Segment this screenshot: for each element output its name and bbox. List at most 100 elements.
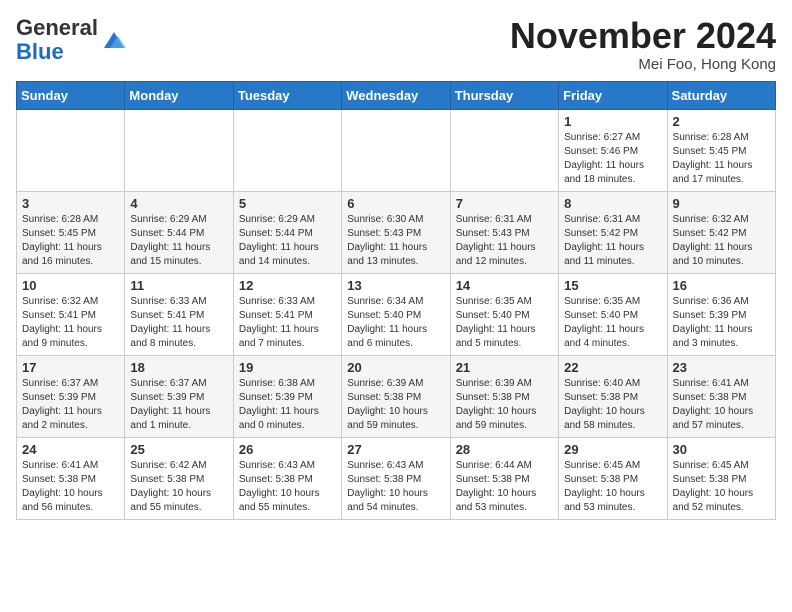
header-cell-saturday: Saturday	[667, 81, 775, 109]
header: General Blue November 2024 Mei Foo, Hong…	[16, 16, 776, 73]
title-area: November 2024 Mei Foo, Hong Kong	[510, 16, 776, 73]
header-row: SundayMondayTuesdayWednesdayThursdayFrid…	[17, 81, 776, 109]
day-cell: 4 Sunrise: 6:29 AM Sunset: 5:44 PM Daylig…	[125, 191, 233, 273]
day-cell: 17 Sunrise: 6:37 AM Sunset: 5:39 PM Dayli…	[17, 355, 125, 437]
week-row-1: 1Sunrise: 6:27 AM Sunset: 5:46 PM Daylig…	[17, 109, 776, 191]
subtitle: Mei Foo, Hong Kong	[510, 56, 776, 73]
day-number: 5	[239, 196, 336, 211]
day-cell: 12 Sunrise: 6:33 AM Sunset: 5:41 PM Dayli…	[233, 273, 341, 355]
day-info: Sunrise: 6:37 AM Sunset: 5:39 PM Dayligh…	[22, 377, 119, 433]
day-info: Sunrise: 6:37 AM Sunset: 5:39 PM Dayligh…	[130, 377, 227, 433]
day-cell: 27 Sunrise: 6:43 AM Sunset: 5:38 PM Dayli…	[342, 437, 450, 519]
day-info: Sunrise: 6:33 AM Sunset: 5:41 PM Dayligh…	[130, 295, 227, 351]
day-cell: 16Sunrise: 6:36 AM Sunset: 5:39 PM Dayli…	[667, 273, 775, 355]
day-cell	[17, 109, 125, 191]
day-number: 10	[22, 278, 119, 293]
day-number: 24	[22, 442, 119, 457]
day-info: Sunrise: 6:45 AM Sunset: 5:38 PM Dayligh…	[564, 459, 661, 515]
day-info: Sunrise: 6:27 AM Sunset: 5:46 PM Dayligh…	[564, 131, 661, 187]
logo: General Blue	[16, 16, 128, 64]
day-number: 22	[564, 360, 661, 375]
day-cell: 23 Sunrise: 6:41 AM Sunset: 5:38 PM Dayli…	[667, 355, 775, 437]
day-info: Sunrise: 6:29 AM Sunset: 5:44 PM Dayligh…	[130, 213, 227, 269]
day-number: 18	[130, 360, 227, 375]
header-cell-sunday: Sunday	[17, 81, 125, 109]
day-info: Sunrise: 6:38 AM Sunset: 5:39 PM Dayligh…	[239, 377, 336, 433]
day-info: Sunrise: 6:45 AM Sunset: 5:38 PM Dayligh…	[673, 459, 770, 515]
day-cell: 10 Sunrise: 6:32 AM Sunset: 5:41 PM Dayli…	[17, 273, 125, 355]
day-number: 27	[347, 442, 444, 457]
day-number: 14	[456, 278, 553, 293]
day-cell	[450, 109, 558, 191]
day-cell: 2 Sunrise: 6:28 AM Sunset: 5:45 PM Daylig…	[667, 109, 775, 191]
day-number: 13	[347, 278, 444, 293]
day-number: 6	[347, 196, 444, 211]
day-cell: 18 Sunrise: 6:37 AM Sunset: 5:39 PM Dayli…	[125, 355, 233, 437]
day-info: Sunrise: 6:34 AM Sunset: 5:40 PM Dayligh…	[347, 295, 444, 351]
day-number: 28	[456, 442, 553, 457]
day-number: 25	[130, 442, 227, 457]
day-cell: 21 Sunrise: 6:39 AM Sunset: 5:38 PM Dayli…	[450, 355, 558, 437]
day-number: 2	[673, 114, 770, 129]
day-number: 29	[564, 442, 661, 457]
day-number: 4	[130, 196, 227, 211]
day-info: Sunrise: 6:32 AM Sunset: 5:42 PM Dayligh…	[673, 213, 770, 269]
day-info: Sunrise: 6:32 AM Sunset: 5:41 PM Dayligh…	[22, 295, 119, 351]
day-info: Sunrise: 6:40 AM Sunset: 5:38 PM Dayligh…	[564, 377, 661, 433]
calendar-table: SundayMondayTuesdayWednesdayThursdayFrid…	[16, 81, 776, 520]
day-cell: 8 Sunrise: 6:31 AM Sunset: 5:42 PM Daylig…	[559, 191, 667, 273]
day-number: 17	[22, 360, 119, 375]
day-info: Sunrise: 6:39 AM Sunset: 5:38 PM Dayligh…	[347, 377, 444, 433]
day-info: Sunrise: 6:39 AM Sunset: 5:38 PM Dayligh…	[456, 377, 553, 433]
day-number: 30	[673, 442, 770, 457]
day-cell: 28 Sunrise: 6:44 AM Sunset: 5:38 PM Dayli…	[450, 437, 558, 519]
day-number: 11	[130, 278, 227, 293]
day-cell: 13 Sunrise: 6:34 AM Sunset: 5:40 PM Dayli…	[342, 273, 450, 355]
week-row-2: 3Sunrise: 6:28 AM Sunset: 5:45 PM Daylig…	[17, 191, 776, 273]
day-cell: 5Sunrise: 6:29 AM Sunset: 5:44 PM Daylig…	[233, 191, 341, 273]
day-number: 3	[22, 196, 119, 211]
day-cell: 25 Sunrise: 6:42 AM Sunset: 5:38 PM Dayli…	[125, 437, 233, 519]
day-cell: 1Sunrise: 6:27 AM Sunset: 5:46 PM Daylig…	[559, 109, 667, 191]
day-cell: 6 Sunrise: 6:30 AM Sunset: 5:43 PM Daylig…	[342, 191, 450, 273]
day-cell: 15Sunrise: 6:35 AM Sunset: 5:40 PM Dayli…	[559, 273, 667, 355]
day-info: Sunrise: 6:42 AM Sunset: 5:38 PM Dayligh…	[130, 459, 227, 515]
day-cell: 24 Sunrise: 6:41 AM Sunset: 5:38 PM Dayli…	[17, 437, 125, 519]
day-info: Sunrise: 6:28 AM Sunset: 5:45 PM Dayligh…	[673, 131, 770, 187]
header-cell-monday: Monday	[125, 81, 233, 109]
week-row-3: 10 Sunrise: 6:32 AM Sunset: 5:41 PM Dayli…	[17, 273, 776, 355]
day-cell: 20 Sunrise: 6:39 AM Sunset: 5:38 PM Dayli…	[342, 355, 450, 437]
day-info: Sunrise: 6:43 AM Sunset: 5:38 PM Dayligh…	[239, 459, 336, 515]
day-number: 23	[673, 360, 770, 375]
day-cell: 11 Sunrise: 6:33 AM Sunset: 5:41 PM Dayli…	[125, 273, 233, 355]
day-info: Sunrise: 6:31 AM Sunset: 5:42 PM Dayligh…	[564, 213, 661, 269]
day-info: Sunrise: 6:41 AM Sunset: 5:38 PM Dayligh…	[673, 377, 770, 433]
day-number: 8	[564, 196, 661, 211]
day-cell	[125, 109, 233, 191]
day-info: Sunrise: 6:33 AM Sunset: 5:41 PM Dayligh…	[239, 295, 336, 351]
header-cell-thursday: Thursday	[450, 81, 558, 109]
day-info: Sunrise: 6:43 AM Sunset: 5:38 PM Dayligh…	[347, 459, 444, 515]
day-cell: 14 Sunrise: 6:35 AM Sunset: 5:40 PM Dayli…	[450, 273, 558, 355]
day-info: Sunrise: 6:30 AM Sunset: 5:43 PM Dayligh…	[347, 213, 444, 269]
day-number: 12	[239, 278, 336, 293]
day-cell	[342, 109, 450, 191]
calendar-header: SundayMondayTuesdayWednesdayThursdayFrid…	[17, 81, 776, 109]
day-cell: 29 Sunrise: 6:45 AM Sunset: 5:38 PM Dayli…	[559, 437, 667, 519]
day-number: 15	[564, 278, 661, 293]
day-number: 20	[347, 360, 444, 375]
logo-icon	[100, 26, 128, 54]
week-row-5: 24 Sunrise: 6:41 AM Sunset: 5:38 PM Dayli…	[17, 437, 776, 519]
header-cell-wednesday: Wednesday	[342, 81, 450, 109]
day-info: Sunrise: 6:35 AM Sunset: 5:40 PM Dayligh…	[456, 295, 553, 351]
header-cell-friday: Friday	[559, 81, 667, 109]
day-info: Sunrise: 6:44 AM Sunset: 5:38 PM Dayligh…	[456, 459, 553, 515]
day-number: 9	[673, 196, 770, 211]
header-cell-tuesday: Tuesday	[233, 81, 341, 109]
day-cell: 19Sunrise: 6:38 AM Sunset: 5:39 PM Dayli…	[233, 355, 341, 437]
day-cell	[233, 109, 341, 191]
day-number: 16	[673, 278, 770, 293]
day-info: Sunrise: 6:41 AM Sunset: 5:38 PM Dayligh…	[22, 459, 119, 515]
day-number: 21	[456, 360, 553, 375]
day-cell: 22 Sunrise: 6:40 AM Sunset: 5:38 PM Dayli…	[559, 355, 667, 437]
